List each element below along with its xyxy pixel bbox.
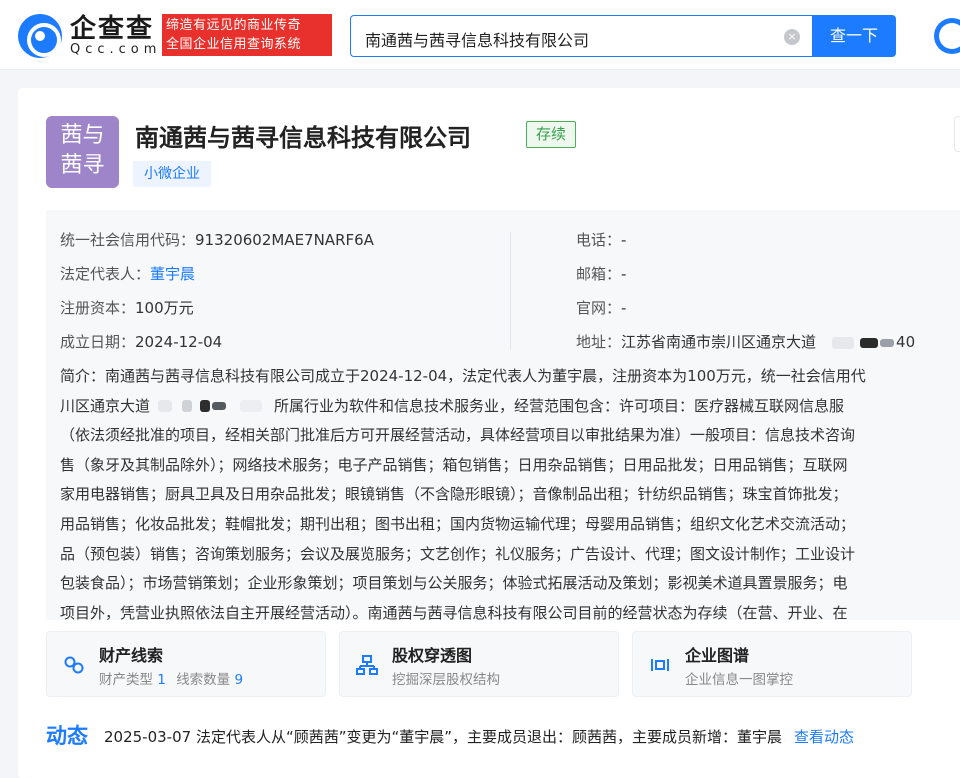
app-icon[interactable] bbox=[934, 18, 960, 54]
search-input[interactable]: 南通茜与茜寻信息科技有限公司 × bbox=[350, 15, 812, 57]
redacted-block bbox=[860, 337, 879, 348]
top-bar: 企查查 Qcc.com 缔造有远见的商业传奇 全国企业信用查询系统 南通茜与茜寻… bbox=[0, 0, 960, 70]
intro-line: 项目外，凭营业执照依法自主开展经营活动）。南通茜与茜寻信息科技有限公司目前的经营… bbox=[60, 603, 848, 622]
site-logo[interactable]: 企查查 Qcc.com bbox=[18, 14, 161, 58]
intro-line: 家用电器销售；厨具卫具及日用杂品批发；眼镜销售（不含隐形眼镜）；音像制品出租；针… bbox=[60, 485, 848, 504]
clue-count-label: 线索数量 bbox=[176, 672, 231, 688]
phone-value: - bbox=[621, 231, 627, 249]
credit-code-row: 统一社会信用代码：91320602MAE7NARF6A bbox=[60, 229, 374, 250]
logo-text: 企查查 bbox=[70, 14, 155, 44]
feature-title: 企业图谱 bbox=[685, 646, 750, 665]
intro-line: 简介：南通茜与茜寻信息科技有限公司成立于2024-12-04，法定代表人为董宇晨… bbox=[60, 367, 866, 385]
logo-icon bbox=[18, 14, 62, 58]
founded-value: 2024-12-04 bbox=[135, 333, 223, 351]
intro-line: 售（象牙及其制品除外）；网络技术服务；电子产品销售；箱包销售；日用杂品销售；日用… bbox=[60, 455, 848, 474]
feature-enterprise-graph[interactable]: 企业图谱 企业信息一图掌控 bbox=[632, 631, 912, 697]
redacted-block bbox=[240, 400, 263, 413]
company-tag[interactable]: 小微企业 bbox=[133, 161, 211, 187]
legal-rep-label: 法定代表人： bbox=[60, 265, 151, 283]
intro-line: 品（预包装）销售；咨询策划服务；会议及展览服务；文艺创作；礼仪服务；广告设计、代… bbox=[60, 544, 856, 563]
website-label: 官网： bbox=[576, 299, 622, 317]
redacted-block bbox=[200, 400, 211, 413]
slogan-line-1: 缔造有远见的商业传奇 bbox=[166, 18, 302, 33]
feature-title: 股权穿透图 bbox=[392, 646, 473, 665]
graph-icon bbox=[649, 654, 671, 676]
company-logo: 茜与 茜寻 bbox=[46, 116, 119, 188]
company-intro: 简介：南通茜与茜寻信息科技有限公司成立于2024-12-04，法定代表人为董宇晨… bbox=[60, 362, 960, 628]
address-label: 地址： bbox=[576, 333, 622, 351]
redacted-block bbox=[158, 400, 173, 413]
phone-label: 电话： bbox=[576, 231, 622, 249]
company-name: 南通茜与茜寻信息科技有限公司 bbox=[135, 124, 471, 152]
capital-value: 100万元 bbox=[135, 299, 194, 317]
org-chart-icon bbox=[356, 654, 378, 676]
credit-code-value[interactable]: 91320602MAE7NARF6A bbox=[195, 231, 374, 249]
view-news-link[interactable]: 查看动态 bbox=[794, 728, 854, 746]
website-row: 官网：- bbox=[576, 297, 626, 318]
address-tail: 40 bbox=[896, 333, 916, 351]
redacted-block bbox=[832, 336, 855, 349]
news-label: 动态 bbox=[46, 724, 88, 748]
legal-rep-link[interactable]: 董宇晨 bbox=[150, 265, 195, 283]
company-logo-line-2: 茜寻 bbox=[60, 153, 105, 178]
feature-subtitle: 挖掘深层股权结构 bbox=[392, 672, 500, 688]
legal-rep-row: 法定代表人：董宇晨 bbox=[60, 263, 195, 284]
website-value: - bbox=[621, 299, 627, 317]
feature-equity-penetration[interactable]: 股权穿透图 挖掘深层股权结构 bbox=[339, 631, 619, 697]
feature-asset-clues[interactable]: 财产线索 财产类型 1 线索数量 9 bbox=[46, 631, 326, 697]
intro-line: （依法须经批准的项目，经相关部门批准后方可开展经营活动，具体经营项目以审批结果为… bbox=[60, 426, 856, 445]
founded-row: 成立日期：2024-12-04 bbox=[60, 331, 222, 352]
intro-line: 包装食品）；市场营销策划；企业形象策划；项目策划与公关服务；体验式拓展活动及策划… bbox=[60, 574, 848, 593]
news-text: 2025-03-07 法定代表人从“顾茜茜”变更为“董宇晨”，主要成员退出：顾茜… bbox=[104, 728, 783, 746]
divider bbox=[510, 232, 511, 350]
search-value[interactable]: 南通茜与茜寻信息科技有限公司 bbox=[365, 27, 589, 51]
asset-type-label: 财产类型 bbox=[99, 672, 153, 688]
news-bar: 动态 2025-03-07 法定代表人从“顾茜茜”变更为“董宇晨”，主要成员退出… bbox=[46, 720, 960, 750]
search-button[interactable]: 查一下 bbox=[812, 15, 896, 57]
slogan-banner: 缔造有远见的商业传奇 全国企业信用查询系统 bbox=[162, 14, 332, 56]
feature-subtitle: 企业信息一图掌控 bbox=[685, 672, 793, 688]
address-value[interactable]: 江苏省南通市崇川区通京大道 bbox=[621, 333, 816, 351]
email-row: 邮箱：- bbox=[576, 263, 626, 284]
link-chain-icon bbox=[63, 654, 85, 676]
slogan-line-2: 全国企业信用查询系统 bbox=[166, 37, 302, 52]
clear-icon[interactable]: × bbox=[784, 29, 800, 45]
side-action-button[interactable] bbox=[954, 116, 960, 152]
email-label: 邮箱： bbox=[576, 265, 622, 283]
logo-domain: Qcc.com bbox=[70, 42, 162, 57]
intro-line-2-prefix: 川区通京大道 bbox=[60, 396, 151, 415]
address-row: 地址：江苏省南通市崇川区通京大道 40 bbox=[576, 331, 915, 352]
capital-label: 注册资本： bbox=[60, 299, 136, 317]
intro-line-2: 川区通京大道 所属行业为软件和信息技术服务业，经营范围包含：许可项目：医疗器械互联… bbox=[60, 392, 960, 422]
email-value: - bbox=[621, 265, 627, 283]
asset-type-count: 1 bbox=[157, 672, 166, 688]
feature-title: 财产线索 bbox=[99, 646, 164, 665]
intro-line: 所属行业为软件和信息技术服务业，经营范围包含：许可项目：医疗器械互联网信息服 bbox=[274, 396, 845, 415]
clue-count: 9 bbox=[234, 672, 244, 688]
status-badge: 存续 bbox=[526, 121, 576, 148]
phone-row: 电话：- bbox=[576, 229, 626, 250]
redacted-block bbox=[880, 338, 895, 347]
company-logo-line-1: 茜与 bbox=[60, 123, 105, 148]
redacted-block bbox=[182, 400, 193, 413]
news-item: 2025-03-07 法定代表人从“顾茜茜”变更为“董宇晨”，主要成员退出：顾茜… bbox=[104, 726, 854, 747]
intro-line: 用品销售；化妆品批发；鞋帽批发；期刊出租；图书出租；国内货物运输代理；母婴用品销… bbox=[60, 514, 856, 533]
feature-subtitle: 财产类型 1 线索数量 9 bbox=[99, 668, 243, 688]
founded-label: 成立日期： bbox=[60, 333, 136, 351]
credit-code-label: 统一社会信用代码： bbox=[60, 231, 196, 249]
capital-row: 注册资本：100万元 bbox=[60, 297, 194, 318]
redacted-block bbox=[212, 402, 227, 411]
